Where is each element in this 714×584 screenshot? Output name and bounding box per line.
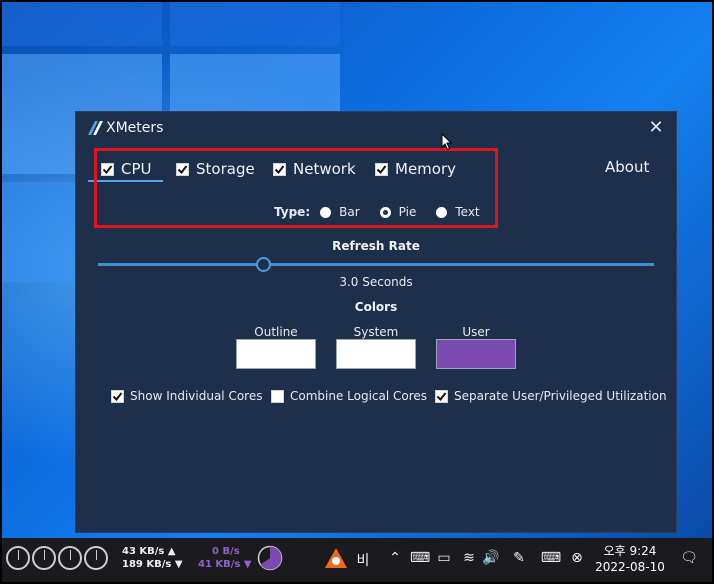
mouse-cursor-icon xyxy=(441,133,453,151)
pen-icon[interactable]: ✎ xyxy=(510,550,528,566)
volume-icon[interactable]: 🔊 xyxy=(482,550,500,566)
meter-needle xyxy=(44,550,45,560)
checkmark-icon xyxy=(436,391,447,401)
colors-title: Colors xyxy=(354,300,398,314)
user-color-label: User xyxy=(462,325,490,339)
meter-needle xyxy=(18,550,19,560)
xmeters-logo-icon xyxy=(88,121,103,135)
ime-indicator[interactable]: 비 xyxy=(354,550,372,570)
tab-about[interactable]: About xyxy=(605,158,649,176)
memory-pie-meter-icon[interactable] xyxy=(257,545,283,571)
show-individual-cores-checkbox[interactable] xyxy=(111,389,124,403)
meter-needle xyxy=(70,550,71,560)
refresh-rate-value: 3.0 Seconds xyxy=(339,275,413,289)
notification-icon[interactable]: 🗨 xyxy=(678,550,700,566)
warning-triangle-icon xyxy=(325,548,347,568)
storage-write-speed: 41 KB/s ▼ xyxy=(198,559,252,570)
network-down-speed: 189 KB/s ▼ xyxy=(122,559,183,570)
cpu-meter-icon[interactable] xyxy=(58,546,82,570)
annotation-highlight-box xyxy=(94,148,498,228)
system-color-label: System xyxy=(353,325,399,339)
close-circle-icon[interactable]: ⊗ xyxy=(568,550,586,566)
clock-time[interactable]: 오후 9:24 xyxy=(598,542,662,559)
refresh-rate-slider[interactable] xyxy=(98,263,654,266)
option-combine-logical-cores[interactable]: Combine Logical Cores xyxy=(271,389,427,403)
storage-read-speed: 0 B/s xyxy=(212,546,240,557)
xmeters-settings-window: XMeters ✕ CPU Storage Network Memory Abo… xyxy=(76,112,676,532)
title-bar[interactable]: XMeters ✕ xyxy=(76,112,676,144)
taskbar: 43 KB/s ▲ 189 KB/s ▼ 0 B/s 41 KB/s ▼ 비 ⌃… xyxy=(2,538,712,582)
battery-icon[interactable]: ▭ xyxy=(434,550,454,566)
window-title: XMeters xyxy=(106,120,164,136)
system-color-swatch[interactable] xyxy=(336,339,416,369)
usb-device-icon[interactable]: ⌨ xyxy=(410,550,430,566)
outline-color-label: Outline xyxy=(254,325,298,339)
keyboard-icon[interactable]: ⌨ xyxy=(538,550,564,566)
combine-logical-cores-checkbox[interactable] xyxy=(271,389,284,403)
clock-date[interactable]: 2022-08-10 xyxy=(592,560,668,574)
user-color-swatch[interactable] xyxy=(436,339,516,369)
outline-color-swatch[interactable] xyxy=(236,339,316,369)
wallpaper-pane xyxy=(170,2,340,46)
cpu-meter-icon[interactable] xyxy=(32,546,56,570)
refresh-rate-title: Refresh Rate xyxy=(332,239,420,253)
refresh-rate-slider-thumb[interactable] xyxy=(256,257,271,272)
cpu-meter-icon[interactable] xyxy=(6,546,30,570)
cpu-meter-icon[interactable] xyxy=(84,546,108,570)
option-label: Combine Logical Cores xyxy=(290,389,428,403)
chevron-up-icon[interactable]: ⌃ xyxy=(386,550,404,566)
wifi-icon[interactable]: ≋ xyxy=(460,550,478,566)
warning-app-icon[interactable] xyxy=(324,546,348,574)
meter-needle xyxy=(96,550,97,560)
option-label: Separate User/Privileged Utilization xyxy=(454,389,667,403)
checkmark-icon xyxy=(112,391,123,401)
option-label: Show Individual Cores xyxy=(130,389,263,403)
wallpaper-pane xyxy=(2,2,162,46)
option-separate-user-privileged[interactable]: Separate User/Privileged Utilization xyxy=(435,389,667,403)
option-show-individual-cores[interactable]: Show Individual Cores xyxy=(111,389,262,403)
separate-user-privileged-checkbox[interactable] xyxy=(435,389,448,403)
network-up-speed: 43 KB/s ▲ xyxy=(122,546,176,557)
close-button[interactable]: ✕ xyxy=(644,118,668,138)
